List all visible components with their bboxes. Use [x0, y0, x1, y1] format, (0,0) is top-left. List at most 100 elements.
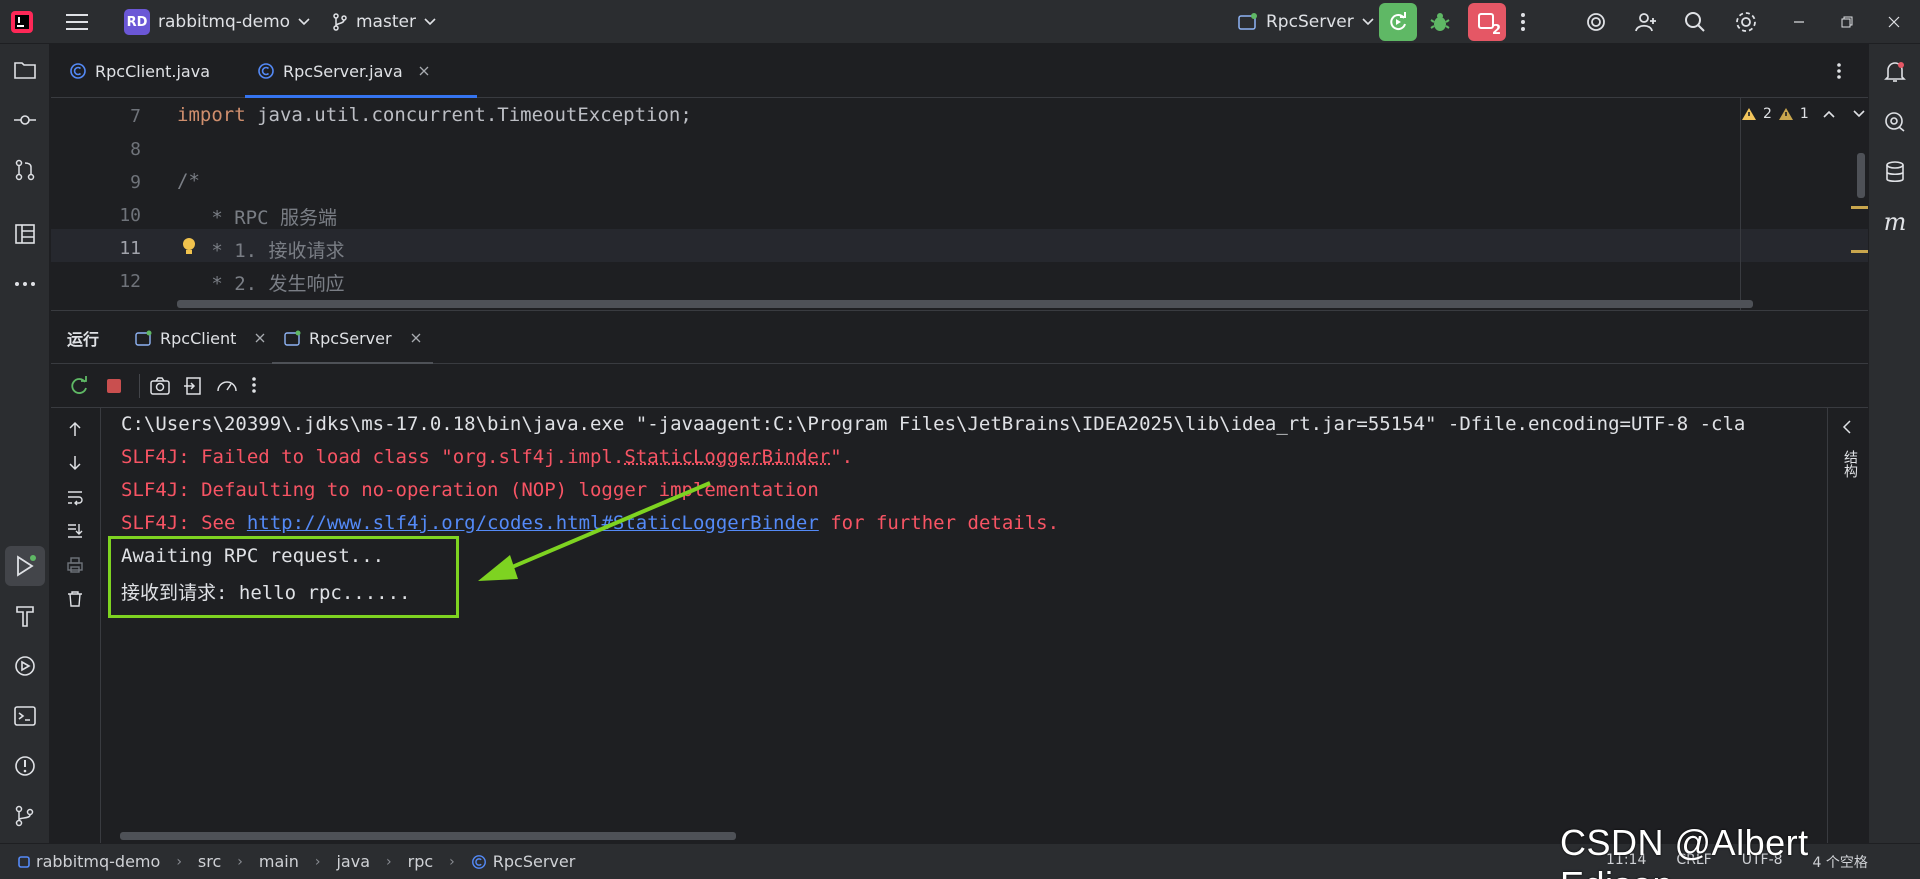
exit-icon[interactable]: [183, 376, 203, 396]
ai-assistant-icon[interactable]: [1584, 0, 1608, 44]
run-config-icon: [284, 330, 302, 346]
tab-label: RpcClient.java: [95, 62, 210, 81]
run-config-selector[interactable]: RpcServer: [1238, 0, 1374, 44]
add-user-icon[interactable]: [1634, 0, 1658, 44]
run-tool-icon[interactable]: [5, 546, 45, 586]
structure-panel-label[interactable]: 结构: [1840, 450, 1860, 478]
java-class-icon: [257, 62, 275, 80]
chevron-right-icon: ›: [449, 854, 455, 870]
arrow-up-icon[interactable]: [66, 420, 84, 438]
more-actions-icon[interactable]: [251, 376, 257, 394]
tab-rpcserver-java[interactable]: RpcServer.java: [245, 44, 477, 98]
more-tools-icon[interactable]: [5, 264, 45, 304]
branch-switcher[interactable]: master: [332, 0, 436, 44]
intellij-logo-icon[interactable]: [10, 0, 34, 44]
project-switcher[interactable]: RD rabbitmq-demo: [124, 0, 310, 44]
java-class-icon: [69, 62, 87, 80]
arrow-down-icon[interactable]: [66, 454, 84, 472]
chevron-down-icon: [424, 18, 436, 26]
notifications-bell-icon[interactable]: [1875, 52, 1915, 92]
terminal-icon[interactable]: [5, 696, 45, 736]
restore-window-icon[interactable]: [1841, 0, 1853, 44]
stop-icon[interactable]: [105, 377, 123, 395]
breadcrumb-item[interactable]: RpcServer: [493, 852, 576, 871]
scroll-to-end-icon[interactable]: [66, 522, 84, 540]
rerun-icon: [1379, 3, 1417, 41]
git-branch-icon: [332, 13, 348, 31]
console-horizontal-scrollbar[interactable]: [120, 832, 736, 840]
tab-rpcclient-java[interactable]: RpcClient.java: [69, 44, 210, 98]
chevron-down-icon[interactable]: [1853, 110, 1865, 118]
pull-requests-icon[interactable]: [5, 150, 45, 190]
warning-stripe-marker[interactable]: [1851, 250, 1868, 253]
chevron-up-icon[interactable]: [1823, 110, 1835, 118]
git-icon[interactable]: [5, 796, 45, 836]
editor-tabs-more-icon[interactable]: [1836, 44, 1842, 98]
warning-stripe-marker[interactable]: [1851, 206, 1868, 209]
chevron-right-icon: ›: [237, 854, 243, 870]
minimize-window-icon[interactable]: [1793, 0, 1805, 44]
horizontal-scrollbar[interactable]: [177, 300, 1753, 308]
console-side-toolbar: [51, 408, 101, 843]
stop-button[interactable]: 2: [1468, 0, 1506, 44]
stop-icon: 2: [1468, 3, 1506, 41]
breadcrumb-item[interactable]: java: [336, 852, 370, 871]
close-icon[interactable]: [411, 333, 421, 343]
build-hammer-icon[interactable]: [5, 596, 45, 636]
console-class-ref: StaticLoggerBinder: [624, 446, 830, 468]
breadcrumb-item[interactable]: rpc: [408, 852, 434, 871]
close-window-icon[interactable]: [1888, 0, 1900, 44]
console-output[interactable]: C:\Users\20399\.jdks\ms-17.0.18\bin\java…: [101, 408, 1827, 843]
chevron-left-icon[interactable]: [1842, 420, 1852, 434]
lightbulb-icon[interactable]: [181, 236, 197, 262]
breadcrumb: rabbitmq-demo › src › main › java › rpc …: [18, 852, 575, 871]
structure-icon[interactable]: [5, 214, 45, 254]
project-folder-icon[interactable]: [5, 50, 45, 90]
rerun-button[interactable]: [1379, 0, 1417, 44]
soft-wrap-icon[interactable]: [66, 488, 84, 506]
run-tool-window-header: 运行 RpcClient RpcServer: [51, 310, 1868, 364]
code-line: /*: [177, 170, 200, 192]
profiler-icon[interactable]: [215, 376, 239, 396]
camera-icon[interactable]: [149, 376, 171, 396]
ai-chat-icon[interactable]: [1875, 102, 1915, 142]
code-editor[interactable]: 7 8 9 10 11 12 import java.util.concurre…: [51, 98, 1868, 310]
services-icon[interactable]: [5, 646, 45, 686]
print-icon[interactable]: [66, 556, 84, 574]
breadcrumb-item[interactable]: src: [198, 852, 221, 871]
branch-name: master: [356, 12, 416, 32]
tab-label: RpcServer.java: [283, 62, 403, 81]
chevron-right-icon: ›: [386, 854, 392, 870]
close-icon[interactable]: [255, 333, 265, 343]
breadcrumb-item[interactable]: main: [259, 852, 299, 871]
rerun-icon[interactable]: [69, 376, 89, 396]
settings-gear-icon[interactable]: [1734, 0, 1758, 44]
run-config-name: RpcServer: [1266, 12, 1354, 32]
debug-button[interactable]: [1428, 0, 1452, 44]
more-actions-icon[interactable]: [1520, 0, 1526, 44]
console-error-line: SLF4J: Failed to load class "org.slf4j.i…: [121, 446, 853, 468]
trash-icon[interactable]: [66, 590, 84, 608]
main-menu-icon[interactable]: [66, 0, 88, 44]
run-config-icon: [135, 330, 153, 346]
run-config-icon: [1238, 13, 1258, 31]
maven-icon[interactable]: m: [1875, 202, 1915, 242]
breadcrumb-item[interactable]: rabbitmq-demo: [36, 852, 160, 871]
line-number: 12: [51, 271, 141, 292]
console-right-panel: 结构: [1827, 408, 1868, 843]
warning-icon: [1741, 107, 1757, 121]
line-number: 11: [51, 238, 141, 259]
problems-icon[interactable]: [5, 746, 45, 786]
tab-label: RpcServer: [309, 329, 392, 348]
search-icon[interactable]: [1684, 0, 1706, 44]
database-icon[interactable]: [1875, 152, 1915, 192]
run-tab-rpcserver[interactable]: RpcServer: [284, 311, 421, 365]
chevron-down-icon: [298, 18, 310, 26]
line-number: 7: [51, 106, 141, 127]
vertical-scrollbar[interactable]: [1857, 153, 1865, 198]
inspection-widget[interactable]: 2 1: [1741, 106, 1865, 122]
run-tab-rpcclient[interactable]: RpcClient: [135, 311, 265, 365]
chevron-down-icon: [1362, 18, 1374, 26]
close-icon[interactable]: [419, 66, 429, 76]
commit-icon[interactable]: [5, 100, 45, 140]
